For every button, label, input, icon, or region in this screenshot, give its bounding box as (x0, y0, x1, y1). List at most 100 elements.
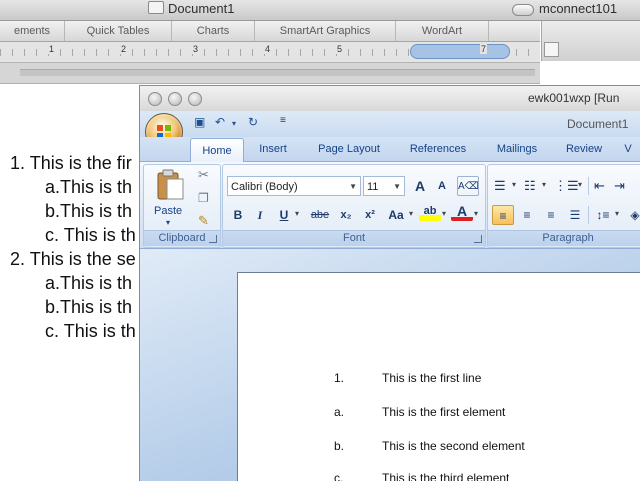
bullets-icon[interactable]: ☰ (494, 178, 506, 194)
undo-icon[interactable]: ↶ (215, 115, 225, 129)
document-page[interactable]: 1. This is the first line a. This is the… (237, 272, 640, 481)
paste-button-label[interactable]: Paste (154, 205, 182, 217)
redo-icon[interactable]: ↻ (248, 115, 258, 129)
separator (588, 206, 589, 224)
undo-dropdown-icon[interactable]: ▾ (232, 119, 236, 128)
horizontal-ruler[interactable]: 1 2 3 4 5 7 (0, 42, 540, 63)
paste-icon[interactable] (156, 169, 186, 201)
grow-font-button[interactable]: A (409, 176, 431, 196)
list-label: c. (45, 225, 60, 245)
mac-title-bar: Document1 mconnect101 (0, 0, 640, 21)
list-text: This is th (60, 201, 133, 221)
remote-window-edge (541, 21, 640, 61)
underline-button[interactable]: U (273, 205, 295, 225)
underline-dropdown-icon[interactable]: ▾ (295, 209, 299, 218)
bold-button[interactable]: B (227, 205, 249, 225)
paragraph-label: Paragraph (542, 232, 594, 244)
list-label: 2. (10, 249, 26, 269)
window-title-bar: ewk001wxp [Run (140, 86, 640, 112)
ruler-number: 5 (336, 44, 344, 54)
tab-elements[interactable]: ements (0, 21, 65, 41)
font-color-dropdown-icon[interactable]: ▾ (474, 209, 478, 218)
tab-view[interactable]: V (618, 137, 638, 161)
multilevel-list-icon[interactable]: ⋮☰ (554, 178, 579, 194)
list-item: a. (334, 405, 344, 419)
document-icon (148, 1, 164, 14)
align-left-button[interactable]: ≡ (492, 205, 514, 225)
list-text: This is th (60, 297, 133, 317)
superscript-button[interactable]: x² (359, 205, 381, 225)
align-right-button[interactable]: ≡ (540, 205, 562, 225)
tab-home[interactable]: Home (190, 138, 244, 163)
customize-toolbar-icon[interactable]: ≡ (280, 115, 286, 126)
list-text: This is th (63, 225, 136, 245)
clear-formatting-icon[interactable]: A⌫ (457, 176, 479, 196)
subscript-button[interactable]: x₂ (335, 205, 357, 225)
clipboard-dialog-launcher-icon[interactable] (209, 235, 217, 243)
font-color-button[interactable]: A (451, 201, 473, 221)
list-label: a. (45, 273, 61, 293)
font-dialog-launcher-icon[interactable] (474, 235, 482, 243)
justify-button[interactable]: ☰ (564, 205, 586, 225)
tab-smartart-graphics[interactable]: SmartArt Graphics (255, 21, 396, 41)
list-text: This is th (60, 177, 133, 197)
shrink-font-button[interactable]: A (431, 176, 453, 196)
line-spacing-dropdown-icon[interactable]: ▾ (615, 209, 619, 218)
tab-charts[interactable]: Charts (172, 21, 255, 41)
zoom-window-button[interactable] (188, 92, 202, 106)
list-item: c. This is th (45, 321, 136, 342)
ruler-number: 1 (48, 44, 56, 54)
numbering-dropdown-icon[interactable]: ▾ (542, 180, 546, 189)
cut-icon[interactable]: ✂ (198, 167, 209, 183)
list-item-text: This is the second element (382, 439, 525, 453)
close-window-button[interactable] (148, 92, 162, 106)
change-case-dropdown-icon[interactable]: ▾ (409, 209, 413, 218)
mac-title-text: Document1 (168, 1, 235, 16)
multilevel-dropdown-icon[interactable]: ▾ (578, 180, 582, 189)
list-label: 1. (334, 371, 345, 385)
highlight-dropdown-icon[interactable]: ▾ (442, 209, 446, 218)
tab-review[interactable]: Review (556, 137, 612, 161)
tab-references[interactable]: References (398, 137, 478, 161)
format-painter-icon[interactable]: ✎ (198, 213, 209, 229)
remote-window-title: mconnect101 (539, 1, 618, 16)
list-item: 1. This is the fir (10, 153, 132, 174)
font-group-label: Font (223, 230, 485, 246)
list-item: 1. (334, 371, 344, 385)
list-item: b. (334, 439, 344, 453)
paint-bucket-icon: ◈ (630, 208, 640, 222)
line-spacing-button[interactable]: ↕≡ (592, 205, 614, 225)
align-center-button[interactable]: ≡ (516, 205, 538, 225)
strikethrough-button[interactable]: abe (307, 205, 333, 225)
font-family-select[interactable]: Calibri (Body) ▼ (227, 176, 361, 196)
bullets-dropdown-icon[interactable]: ▾ (512, 180, 516, 189)
toolbar-toggle-button[interactable] (512, 4, 534, 16)
save-icon[interactable]: ▣ (194, 115, 205, 129)
list-label: b. (45, 201, 61, 221)
tab-wordart[interactable]: WordArt (396, 21, 489, 41)
list-label: b. (334, 439, 345, 453)
decrease-indent-icon[interactable]: ⇤ (594, 178, 605, 194)
elements-gallery-tabs: ements Quick Tables Charts SmartArt Grap… (0, 21, 540, 42)
text-highlight-button[interactable]: ab (419, 201, 441, 221)
tab-insert[interactable]: Insert (246, 137, 300, 161)
paste-dropdown-icon[interactable]: ▾ (166, 218, 170, 227)
separator (588, 177, 589, 195)
numbering-icon[interactable]: ☷ (524, 178, 536, 194)
font-group: Calibri (Body) ▼ 11 ▼ A A A⌫ B I U ▾ abe x… (222, 164, 486, 248)
font-size-select[interactable]: 11 ▼ (363, 176, 405, 196)
italic-button[interactable]: I (249, 205, 271, 225)
minimize-window-button[interactable] (168, 92, 182, 106)
tab-mailings[interactable]: Mailings (486, 137, 548, 161)
increase-indent-icon[interactable]: ⇥ (614, 178, 625, 194)
shading-button[interactable]: ◈ (624, 205, 640, 225)
mac-doc-title: Document1 (148, 1, 234, 16)
font-family-value: Calibri (Body) (231, 181, 298, 193)
copy-icon[interactable]: ❐ (198, 191, 209, 205)
ruler-margin-handle[interactable] (410, 44, 510, 59)
tab-page-layout[interactable]: Page Layout (308, 137, 390, 161)
list-text: This is the se (29, 249, 136, 269)
tab-quick-tables[interactable]: Quick Tables (65, 21, 172, 41)
align-left-icon: ≡ (499, 209, 507, 223)
change-case-button[interactable]: Aa (383, 205, 409, 225)
